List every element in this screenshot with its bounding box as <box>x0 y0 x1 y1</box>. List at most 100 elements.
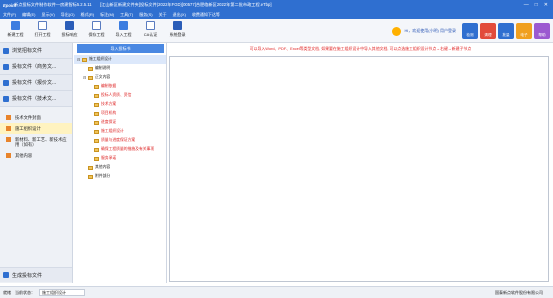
toolbar-button[interactable]: 系统登录 <box>164 19 191 41</box>
menu-item[interactable]: 显示(V) <box>41 12 54 18</box>
tree-node-label: 正文内容 <box>95 75 111 79</box>
document-icon <box>3 63 9 70</box>
toolbar-button[interactable]: 导入工程 <box>110 19 137 41</box>
subitem-label: 其他内容 <box>15 153 33 158</box>
tree-node[interactable]: 其他内容 <box>74 163 166 172</box>
toolbar-button[interactable]: 打开工程 <box>29 19 56 41</box>
folder-icon <box>94 156 99 161</box>
subitem-new-materials[interactable]: 新材料、新工艺、新技术应用（如有） <box>0 134 72 150</box>
nav-bid-business[interactable]: 投标文件（商务文... <box>0 59 72 75</box>
import-project-icon <box>119 21 128 30</box>
close-button[interactable]: ✕ <box>544 2 548 8</box>
toolbar-right: Hi，欢迎使用(小明) 用户登录 检测 清理 批量 电子 帮助 <box>392 19 553 43</box>
tree-node[interactable]: ⊟ 正文内容 <box>74 73 166 82</box>
toolbar-button-label: 保存工程 <box>88 32 105 37</box>
nav-bid-quote[interactable]: 投标文件（报价文... <box>0 75 72 91</box>
tree-node[interactable]: 服务承诺 <box>74 154 166 163</box>
new-project-icon <box>11 21 20 30</box>
user-welcome-text: Hi，欢迎使用(小明) 用户登录 <box>404 28 456 33</box>
menu-item[interactable]: 标注(M) <box>100 12 114 18</box>
tree-node[interactable]: 施工组织设计 <box>74 127 166 136</box>
document-editor-area[interactable] <box>169 56 549 282</box>
tree-node[interactable]: 确保工程质量的措施及有关事项 <box>74 145 166 154</box>
tree-node[interactable]: 投标人资质、资信 <box>74 91 166 100</box>
tree-node-label: 进度保证 <box>101 120 117 124</box>
bid-response-icon <box>65 21 74 30</box>
menu-item[interactable]: 工具(T) <box>120 12 133 18</box>
subitem-other-content[interactable]: 其他内容 <box>0 150 72 161</box>
action-button[interactable]: 清理 <box>480 23 496 39</box>
tree-node[interactable]: 编制说明 <box>74 64 166 73</box>
tree-node-label: 编制说明 <box>95 66 111 70</box>
tree-node[interactable]: ⊟ 施工组织设计 <box>74 55 166 64</box>
folder-icon <box>94 111 99 116</box>
nav-section-label: 投标文件（商务文... <box>12 64 57 70</box>
file-icon <box>6 126 11 131</box>
menu-item[interactable]: 收费通知下达等 <box>192 12 220 18</box>
generate-bid-button[interactable]: 生成投标文件 <box>0 267 72 282</box>
menu-item[interactable]: 编辑(E) <box>22 12 35 18</box>
nav-bid-technical[interactable]: 投标文件（技术文... <box>0 91 72 107</box>
subitem-tech-cover[interactable]: 技术文件封面 <box>0 112 72 123</box>
tree-node-label: 编制依据 <box>101 84 117 88</box>
folder-icon <box>88 75 93 80</box>
subitem-label: 施工组织设计 <box>15 126 41 131</box>
tree-node[interactable]: 进度保证 <box>74 118 166 127</box>
outline-tree-panel: 导入投标书 ⊟ 施工组织设计 编制说明 ⊟ 正文内容 编制依据 投标人资质、资信 技术方案 项目… <box>74 43 167 283</box>
tree-expander-icon[interactable]: ⊟ <box>83 75 87 80</box>
action-button[interactable]: 电子 <box>516 23 532 39</box>
menu-item[interactable]: 服务(S) <box>139 12 152 18</box>
company-name: 国泰新点软件股份有限公司 <box>495 289 543 295</box>
nav-section-label: 投标文件（报价文... <box>12 80 57 86</box>
file-icon <box>6 137 11 142</box>
tree-node[interactable]: 技术方案 <box>74 100 166 109</box>
menu-item[interactable]: 文件(F) <box>3 12 16 18</box>
file-icon <box>6 115 11 120</box>
menu-item[interactable]: 导出(O) <box>61 12 75 18</box>
toolbar-button[interactable]: CA认证 <box>137 19 164 41</box>
folder-icon <box>88 174 93 179</box>
action-button[interactable]: 检测 <box>462 23 478 39</box>
action-button-label: 批量 <box>502 33 510 37</box>
folder-icon <box>88 66 93 71</box>
toolbar-button[interactable]: 投标响应 <box>56 19 83 41</box>
action-button[interactable]: 批量 <box>498 23 514 39</box>
action-button[interactable]: 帮助 <box>534 23 550 39</box>
toolbar-button-label: CA认证 <box>143 32 158 37</box>
status-current-label: 当前状态： <box>15 289 35 295</box>
nav-browse-tender[interactable]: 浏览招标文件 <box>0 43 72 59</box>
tree-node-label: 附件部分 <box>95 174 111 178</box>
toolbar-button[interactable]: 保存工程 <box>83 19 110 41</box>
minimize-button[interactable]: — <box>524 2 529 8</box>
document-icon <box>3 95 9 102</box>
menu-item[interactable]: 关于 <box>159 12 167 18</box>
tree-node[interactable]: 附件部分 <box>74 172 166 181</box>
tree-expander-icon[interactable]: ⊟ <box>77 57 81 62</box>
menu-bar: 文件(F) 编辑(E) 显示(V) 导出(O) 格式(R) 标注(M) 工具(T) 服务(S)… <box>0 10 553 19</box>
tree-node[interactable]: 质量与进度保证方案 <box>74 136 166 145</box>
tree-node-label: 施工组织设计 <box>89 57 112 61</box>
user-badge[interactable]: Hi，欢迎使用(小明) 用户登录 <box>392 26 456 36</box>
tree-node[interactable]: 编制依据 <box>74 82 166 91</box>
folder-icon <box>94 129 99 134</box>
maximize-button[interactable]: □ <box>535 2 538 8</box>
tree-node-label: 质量与进度保证方案 <box>101 138 136 142</box>
import-bid-button[interactable]: 导入投标书 <box>77 44 164 53</box>
avatar <box>392 26 402 36</box>
menu-item[interactable]: 格式(R) <box>81 12 95 18</box>
toolbar-button-label: 打开工程 <box>34 32 51 37</box>
toolbar-button[interactable]: 新建工程 <box>2 19 29 41</box>
folder-icon <box>94 147 99 152</box>
folder-icon <box>88 165 93 170</box>
tree-node[interactable]: 项目机构 <box>74 109 166 118</box>
document-icon <box>3 79 9 86</box>
folder-icon <box>94 84 99 89</box>
file-icon <box>6 153 11 158</box>
folder-icon <box>94 93 99 98</box>
ca-cert-icon <box>146 21 155 30</box>
menu-item[interactable]: 退出(X) <box>173 12 186 18</box>
subitem-label: 技术文件封面 <box>15 115 41 120</box>
subitem-construction-design[interactable]: 施工组织设计 <box>0 123 72 134</box>
folder-icon <box>94 138 99 143</box>
tree-node-label: 确保工程质量的措施及有关事项 <box>101 147 155 151</box>
